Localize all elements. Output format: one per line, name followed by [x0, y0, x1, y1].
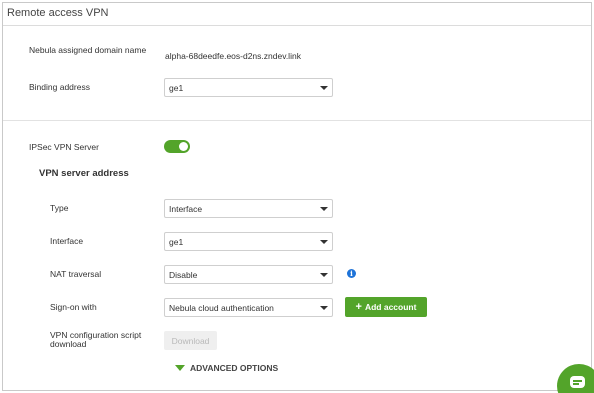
panel-title: Remote access VPN [7, 7, 109, 19]
ipsec-label: IPSec VPN Server [29, 142, 99, 152]
chat-icon [570, 376, 585, 388]
vpn-server-address-heading: VPN server address [39, 168, 129, 179]
chevron-down-icon [320, 86, 328, 90]
interface-value: ge1 [169, 237, 184, 247]
chevron-down-icon [320, 207, 328, 211]
chevron-down-icon [320, 306, 328, 310]
toggle-knob [179, 142, 188, 151]
advanced-options-toggle[interactable]: ADVANCED OPTIONS [175, 363, 278, 373]
chevron-down-icon [320, 273, 328, 277]
info-icon[interactable]: i [347, 269, 356, 278]
ipsec-toggle[interactable] [164, 140, 190, 153]
type-select[interactable]: Interface [164, 199, 333, 218]
download-button[interactable]: Download [164, 331, 217, 350]
plus-icon: + [355, 301, 362, 313]
binding-address-select[interactable]: ge1 [164, 78, 333, 97]
sign-on-label: Sign-on with [50, 302, 97, 312]
advanced-options-label: ADVANCED OPTIONS [190, 363, 279, 373]
binding-address-label: Binding address [29, 82, 90, 92]
add-account-button[interactable]: + Add account [345, 297, 427, 317]
triangle-down-icon [175, 365, 185, 371]
interface-select[interactable]: ge1 [164, 232, 333, 251]
vpn-config-label: VPN configuration script download [50, 330, 142, 349]
interface-label: Interface [50, 236, 84, 246]
section-divider [3, 120, 591, 121]
nat-traversal-label: NAT traversal [50, 269, 102, 279]
domain-label: Nebula assigned domain name [29, 45, 147, 55]
chevron-down-icon [320, 240, 328, 244]
domain-value: alpha-68deedfe.eos-d2ns.zndev.link [165, 51, 301, 61]
sign-on-select[interactable]: Nebula cloud authentication [164, 298, 333, 317]
title-divider [3, 25, 591, 26]
nat-traversal-select[interactable]: Disable [164, 265, 333, 284]
add-account-label: Add account [364, 302, 417, 312]
type-value: Interface [169, 204, 203, 214]
type-label: Type [50, 203, 69, 213]
binding-address-value: ge1 [169, 83, 184, 93]
sign-on-value: Nebula cloud authentication [169, 303, 274, 313]
remote-access-vpn-panel: Remote access VPN Nebula assigned domain… [2, 2, 592, 391]
nat-traversal-value: Disable [169, 270, 198, 280]
